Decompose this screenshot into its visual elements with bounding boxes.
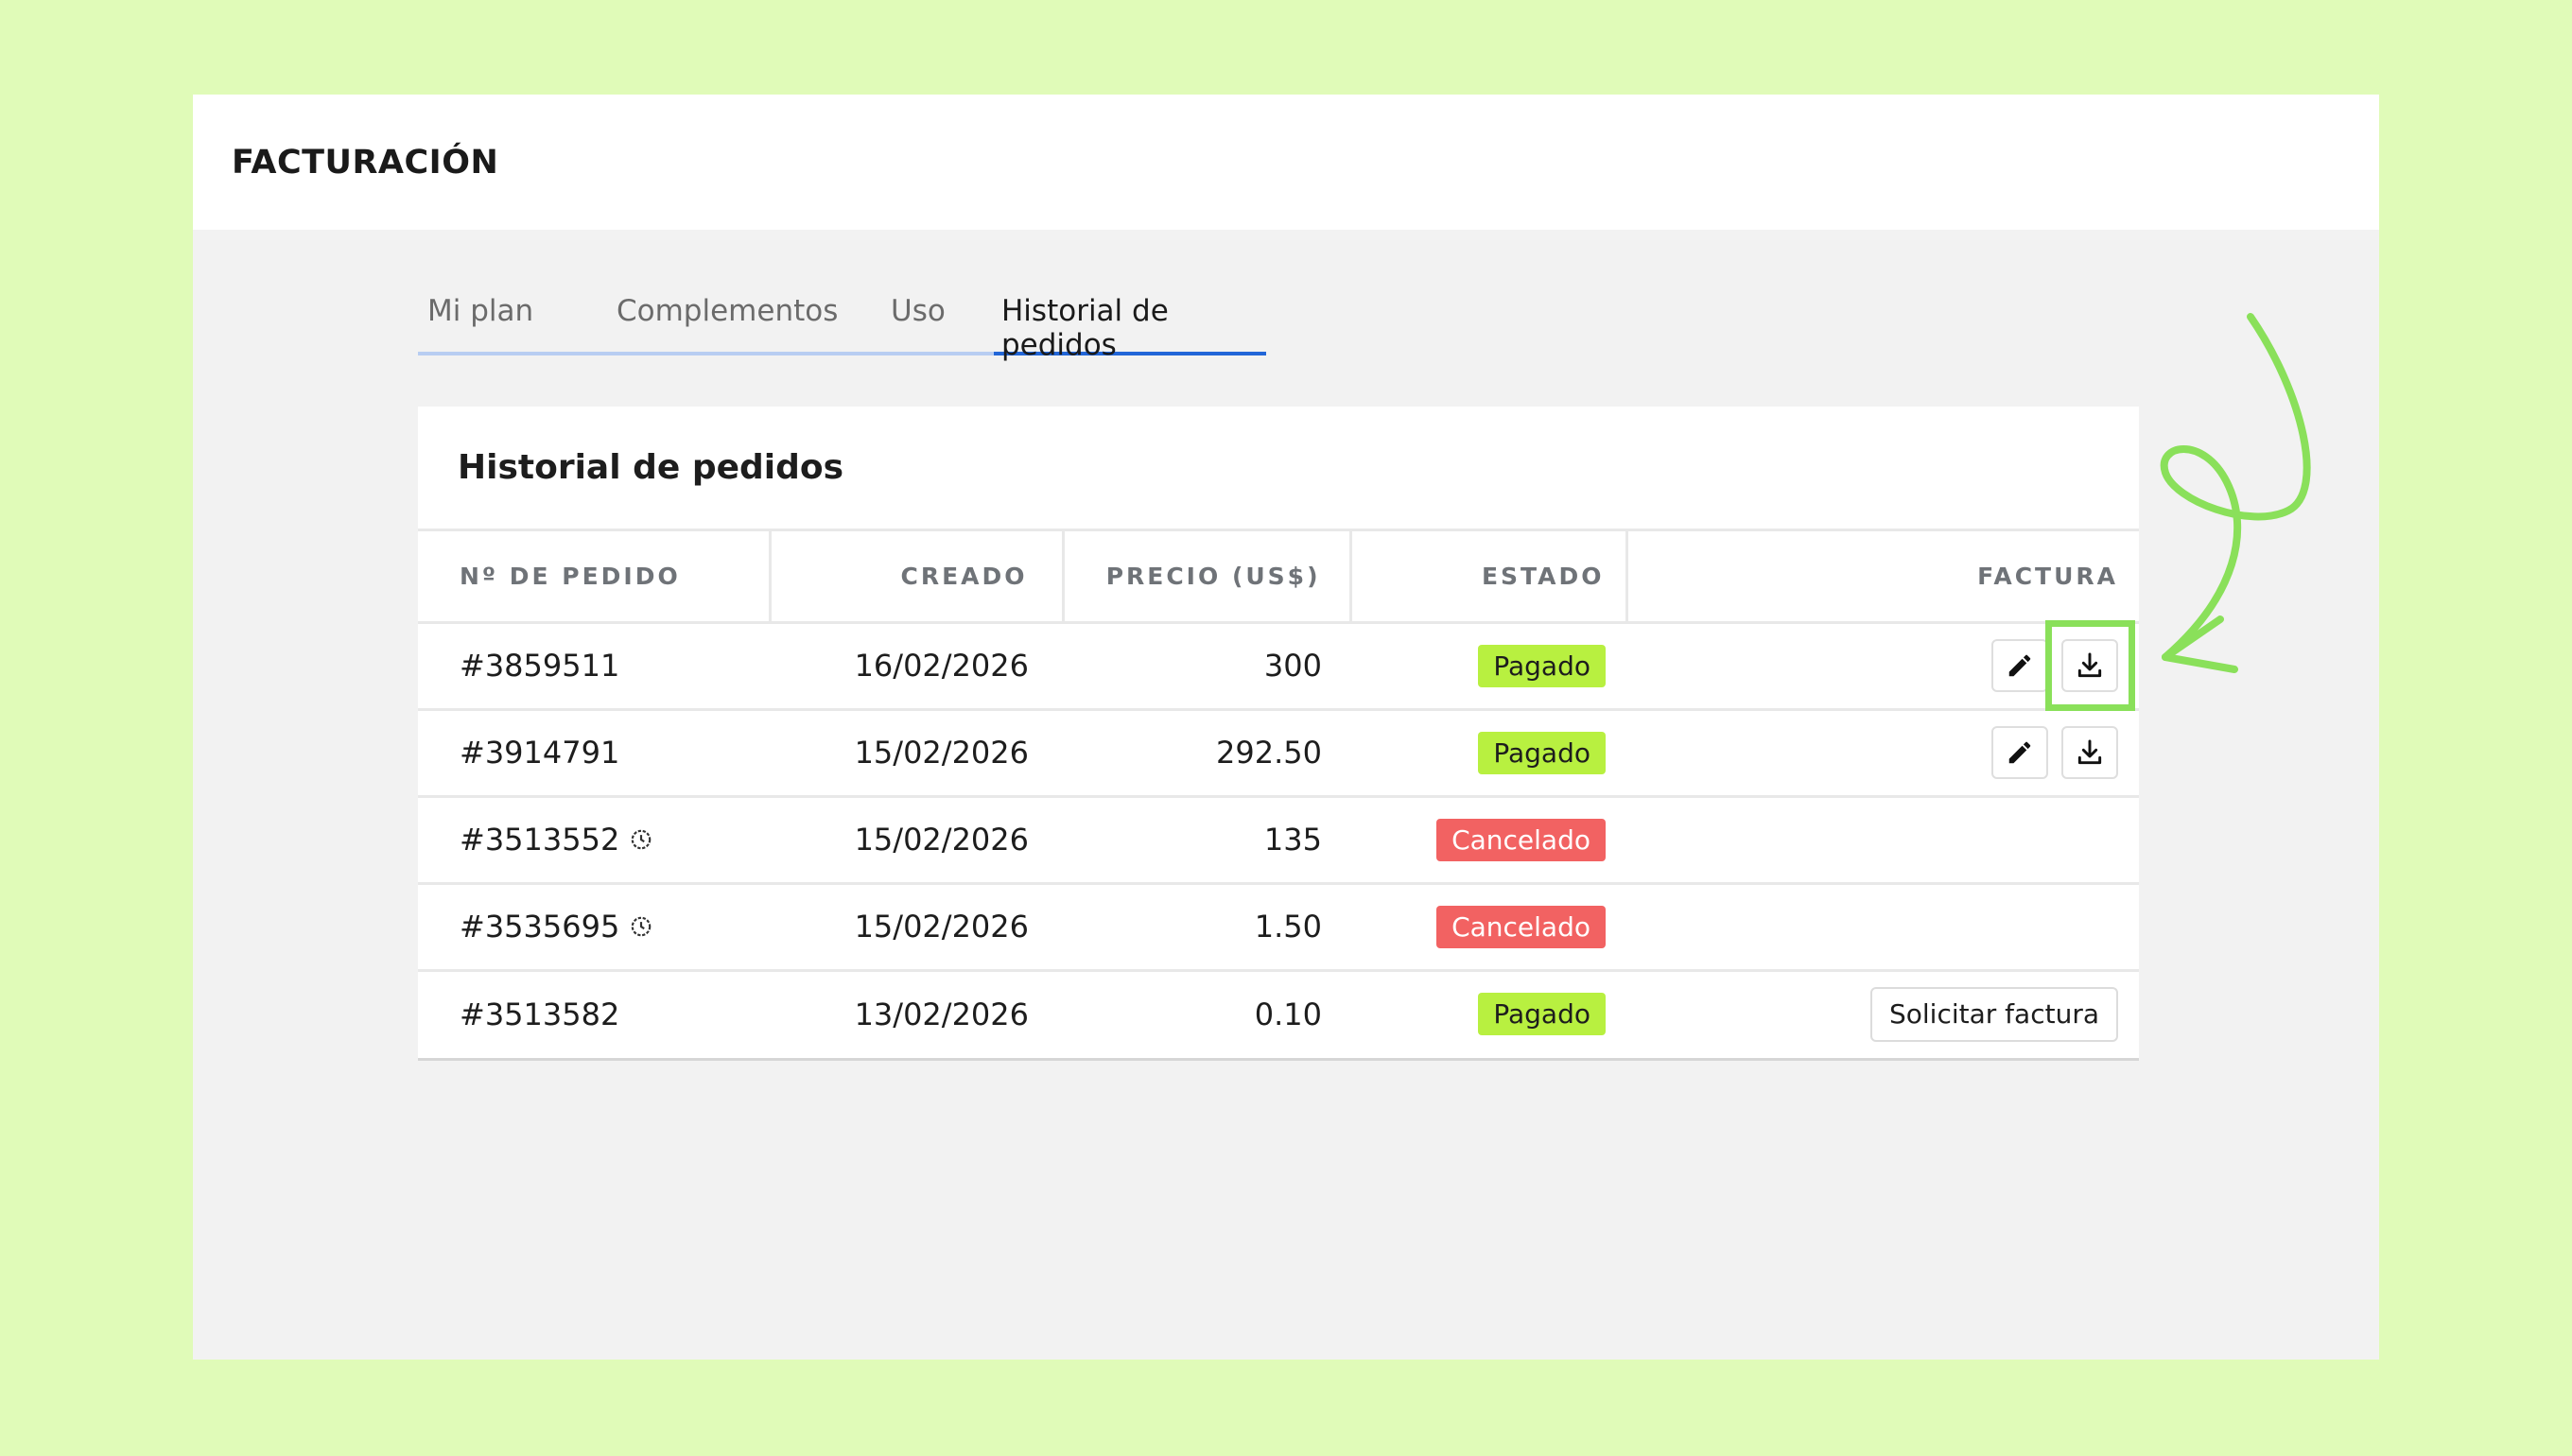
table-row: #3535695 15/02/2026 1.50 Cancelado [418,883,2139,972]
price-value: 1.50 [1063,883,1350,972]
price-value: 292.50 [1063,709,1350,798]
edit-invoice-button[interactable] [1991,726,2048,779]
status-cell: Cancelado [1350,883,1626,972]
order-id-cell: #3535695 [418,883,770,972]
column-header-created: CREADO [770,531,1065,624]
order-id-cell: #3859511 [418,622,770,711]
tab-bar: Mi plan Complementos Uso Historial de pe… [418,294,1266,362]
tab-uso[interactable]: Uso [870,294,994,355]
page-header: FACTURACIÓN [193,95,2379,230]
billing-panel: FACTURACIÓN Mi plan Complementos Uso His… [193,95,2379,1360]
invoice-cell: Solicitar factura [1626,970,2139,1057]
order-id-cell: #3513582 [418,970,770,1057]
price-value: 300 [1063,622,1350,711]
table-row: #3914791 15/02/2026 292.50 Pagado [418,709,2139,798]
invoice-cell [1626,622,2139,711]
created-date: 15/02/2026 [770,883,1063,972]
clock-icon [632,916,652,937]
invoice-cell [1626,796,2139,885]
invoice-cell [1626,883,2139,972]
column-header-status: ESTADO [1350,531,1628,624]
created-date: 13/02/2026 [854,996,1029,1032]
invoice-actions [1991,726,2118,779]
order-id-cell: #3914791 [418,709,770,798]
created-date: 15/02/2026 [770,796,1063,885]
download-invoice-button[interactable] [2061,639,2118,692]
invoice-cell [1626,709,2139,798]
column-header-price: PRECIO (US$) [1063,531,1352,624]
table-row: #3859511 16/02/2026 300 Pagado [418,622,2139,711]
status-cell: Cancelado [1350,796,1626,885]
price-value: 0.10 [1254,996,1322,1032]
pencil-icon [2008,654,2031,677]
tab-complementos[interactable]: Complementos [600,294,870,355]
card-title: Historial de pedidos [418,407,2139,531]
created-date: 15/02/2026 [770,709,1063,798]
order-history-card: Historial de pedidos Nº DE PEDIDO CREADO… [418,407,2139,1061]
order-id: #3914791 [460,735,620,771]
column-header-order-number: Nº DE PEDIDO [418,531,772,624]
status-badge: Cancelado [1436,818,1606,861]
request-invoice-button[interactable]: Solicitar factura [1870,986,2118,1042]
created-date: 16/02/2026 [770,622,1063,711]
order-id: #3535695 [460,909,620,945]
pencil-icon [2008,741,2031,764]
status-badge: Pagado [1478,993,1606,1036]
download-icon [2077,652,2102,678]
column-header-invoice: FACTURA [1626,531,2139,624]
order-id: #3859511 [460,648,620,684]
price-value: 135 [1063,796,1350,885]
clock-icon [632,829,652,850]
status-badge: Pagado [1478,731,1606,774]
order-id: #3513552 [460,822,620,858]
status-cell: Pagado [1350,970,1626,1057]
download-invoice-button[interactable] [2061,726,2118,779]
status-badge: Pagado [1478,644,1606,687]
invoice-actions [1991,639,2118,692]
status-badge: Cancelado [1436,905,1606,948]
table-header-row: Nº DE PEDIDO CREADO PRECIO (US$) ESTADO … [418,531,2139,624]
status-cell: Pagado [1350,622,1626,711]
tab-historial-de-pedidos[interactable]: Historial de pedidos [994,294,1266,362]
order-id: #3513582 [460,996,620,1032]
status-cell: Pagado [1350,709,1626,798]
table-row: #3513552 15/02/2026 135 Cancelado [418,796,2139,885]
edit-invoice-button[interactable] [1991,639,2048,692]
order-id-cell: #3513552 [418,796,770,885]
table-row: #3513582 13/02/2026 0.10 Pagado Solicita… [418,970,2139,1057]
orders-table: Nº DE PEDIDO CREADO PRECIO (US$) ESTADO … [418,531,2139,1057]
download-icon [2077,739,2102,765]
tab-mi-plan[interactable]: Mi plan [418,294,600,355]
annotation-arrow [2160,313,2311,673]
page-title: FACTURACIÓN [232,143,499,182]
